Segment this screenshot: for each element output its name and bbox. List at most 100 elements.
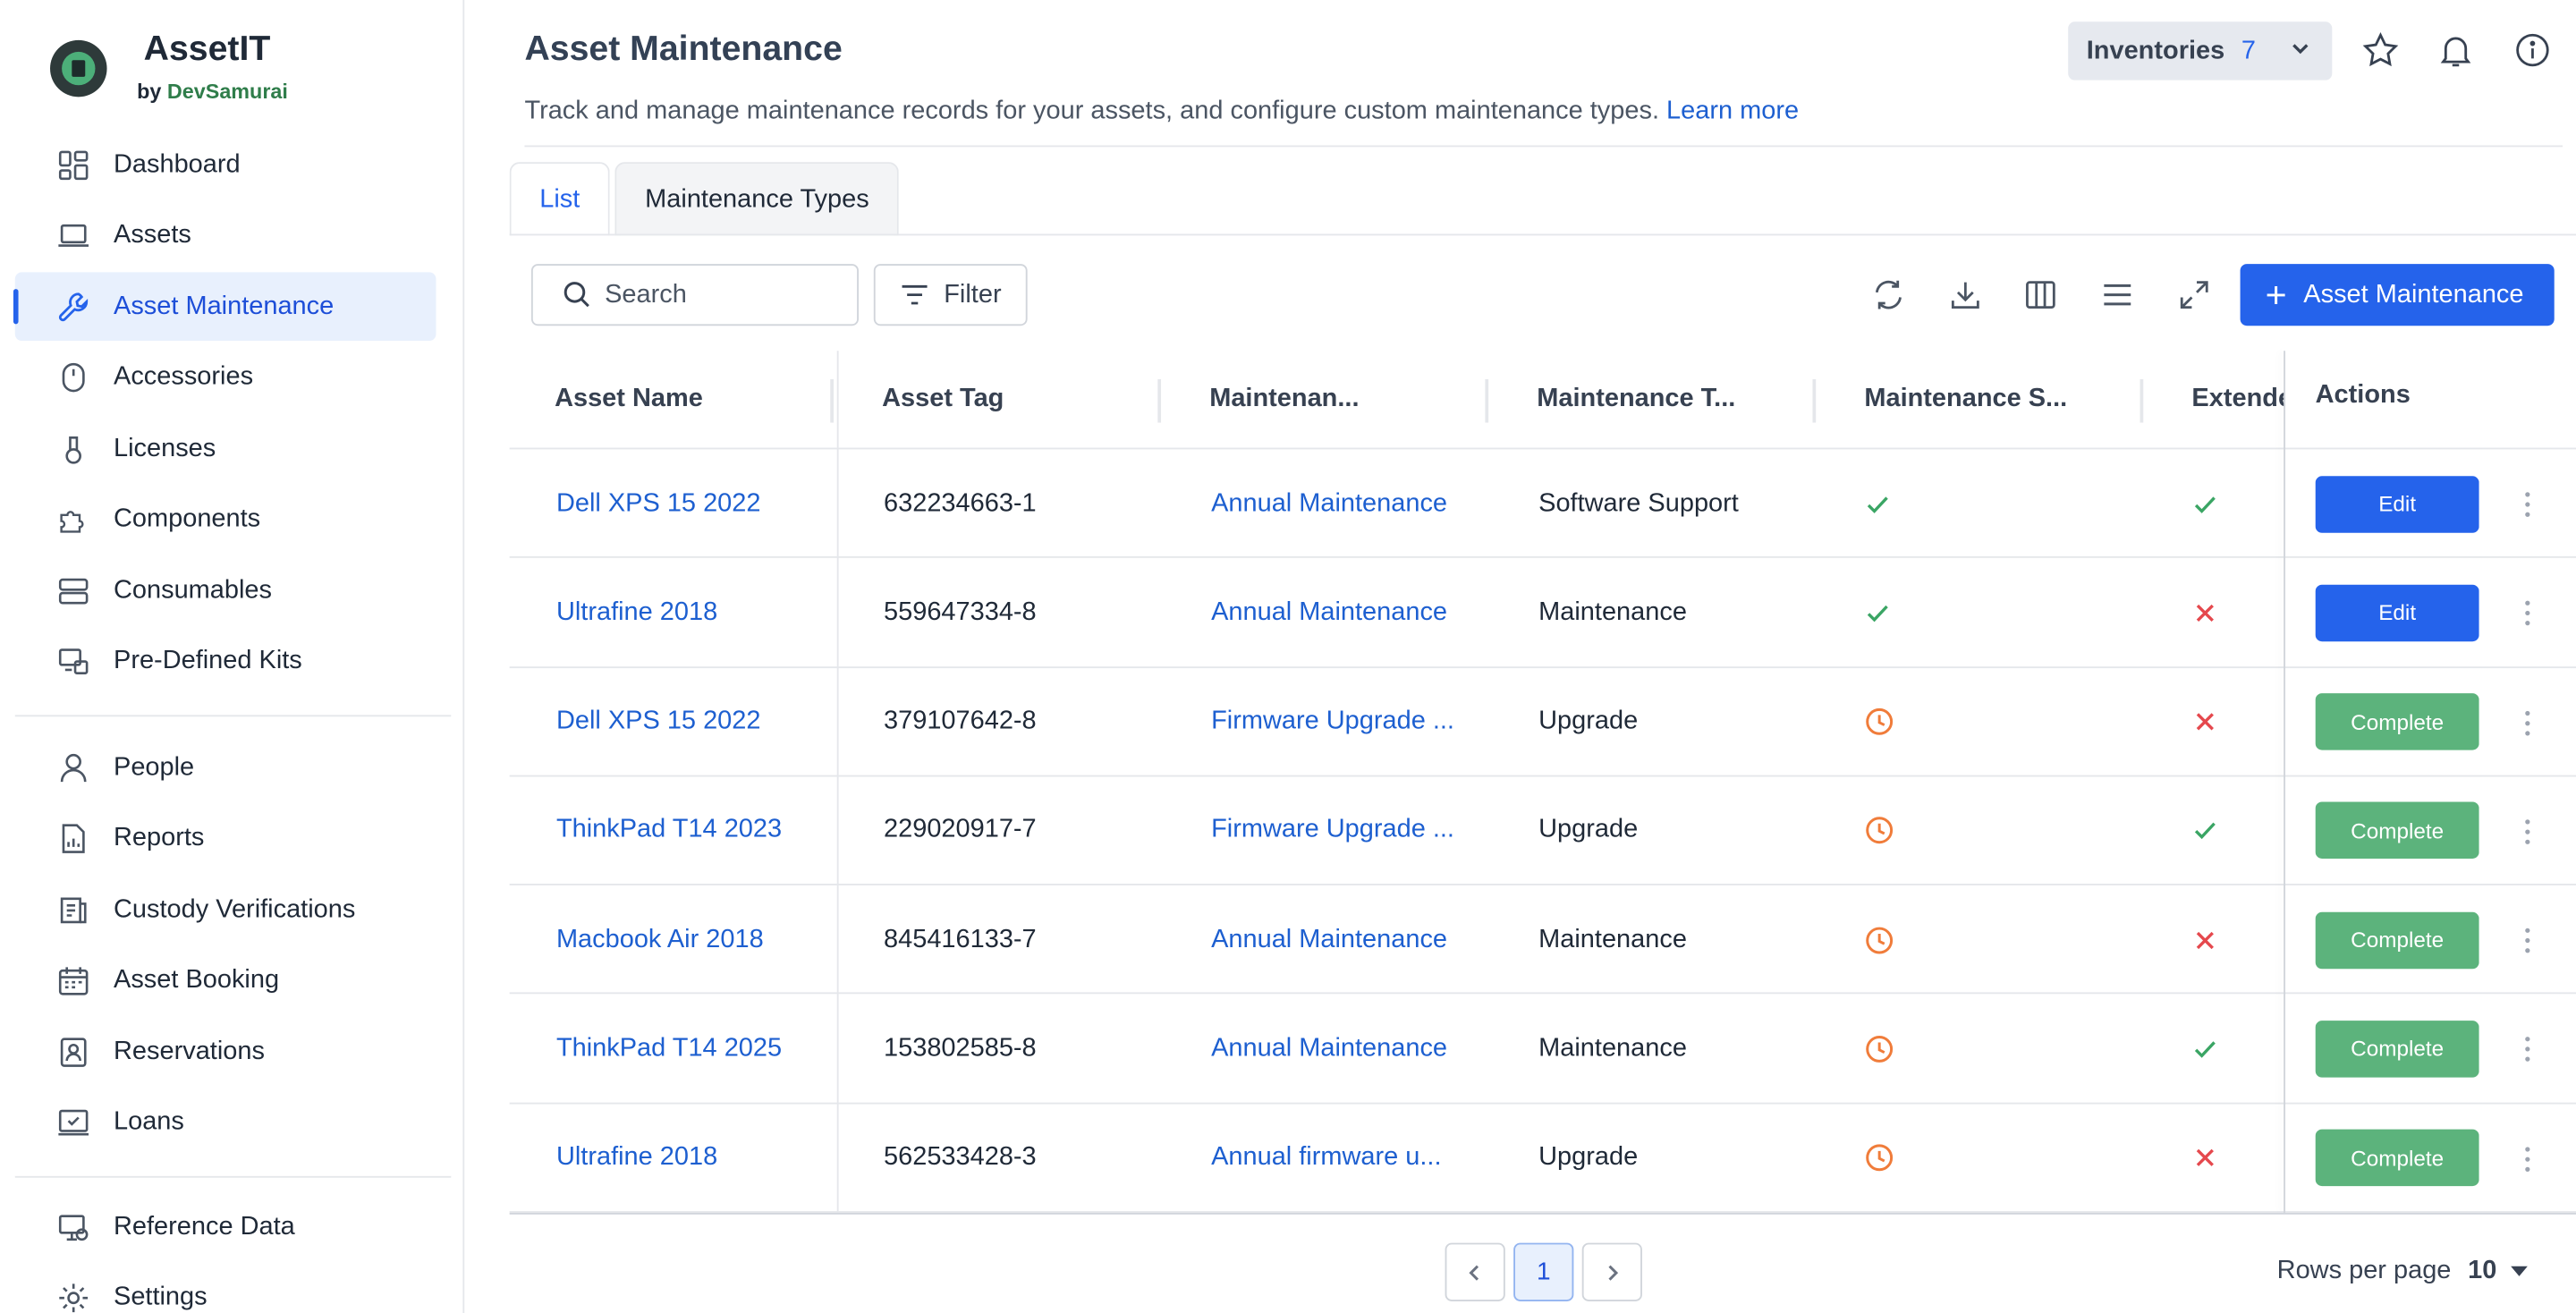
refresh-icon[interactable] — [1868, 274, 1908, 314]
density-icon[interactable] — [2097, 274, 2137, 314]
column-resizer[interactable] — [2140, 378, 2144, 423]
inventories-dropdown[interactable]: Inventories 7 — [2068, 21, 2333, 80]
more-options-icon[interactable] — [2522, 489, 2532, 528]
page-button-current[interactable]: 1 — [1513, 1242, 1574, 1301]
sidebar-item-pre-defined-kits[interactable]: Pre-Defined Kits — [15, 627, 436, 696]
maintenance-table: Asset Name Asset Tag Maintenan... Mainte… — [509, 351, 2576, 1214]
action-cell: Edit — [2315, 558, 2479, 666]
column-header-maintenance-status[interactable]: Maintenance S... — [1864, 385, 2067, 415]
asset-name-link[interactable]: ThinkPad T14 2023 — [556, 776, 782, 885]
rows-per-page: Rows per page 10 — [2277, 1257, 2527, 1287]
sidebar-item-asset-maintenance[interactable]: Asset Maintenance — [13, 272, 436, 342]
tab-maintenance-types[interactable]: Maintenance Types — [614, 162, 900, 236]
wrench-icon — [57, 290, 90, 323]
maintenance-link[interactable]: Firmware Upgrade ... — [1211, 667, 1479, 775]
caret-down-icon[interactable] — [2510, 1266, 2527, 1276]
asset-name-link[interactable]: Ultrafine 2018 — [556, 558, 717, 666]
sidebar-item-label: Assets — [114, 220, 191, 250]
edit-button[interactable]: Edit — [2315, 584, 2479, 641]
search-box[interactable] — [530, 264, 859, 326]
column-resizer[interactable] — [1485, 378, 1489, 423]
more-options-icon[interactable] — [2522, 707, 2532, 746]
sidebar-item-accessories[interactable]: Accessories — [15, 343, 436, 412]
clock-icon — [1864, 1104, 1894, 1212]
tab-list[interactable]: List — [509, 162, 610, 236]
columns-icon[interactable] — [2020, 274, 2060, 314]
asset-tag: 153802585-8 — [884, 1034, 1037, 1063]
more-options-icon[interactable] — [2522, 1144, 2532, 1182]
license-icon — [57, 432, 90, 465]
plus-icon: + — [2265, 273, 2287, 316]
sidebar-item-loans[interactable]: Loans — [15, 1089, 436, 1157]
sidebar-item-licenses[interactable]: Licenses — [15, 414, 436, 483]
column-header-asset-tag[interactable]: Asset Tag — [882, 385, 1004, 415]
maintenance-link[interactable]: Firmware Upgrade ... — [1211, 776, 1479, 885]
column-header-asset-name[interactable]: Asset Name — [555, 385, 703, 415]
sidebar-item-components[interactable]: Components — [15, 486, 436, 555]
complete-button[interactable]: Complete — [2315, 693, 2479, 750]
download-icon[interactable] — [1945, 274, 1985, 314]
asset-name-link[interactable]: Ultrafine 2018 — [556, 1104, 717, 1212]
sidebar-item-people[interactable]: People — [15, 733, 436, 802]
column-resizer[interactable] — [1812, 378, 1817, 423]
sidebar-item-assets[interactable]: Assets — [15, 201, 436, 270]
complete-button[interactable]: Complete — [2315, 1021, 2479, 1078]
more-options-icon[interactable] — [2522, 926, 2532, 964]
add-asset-maintenance-button[interactable]: + Asset Maintenance — [2240, 264, 2555, 326]
sticky-column-divider — [2284, 351, 2286, 1213]
complete-button[interactable]: Complete — [2315, 802, 2479, 860]
brand[interactable]: AssetIT by DevSamurai — [50, 30, 288, 104]
table-row: Ultrafine 2018 559647334-8 Annual Maintena… — [509, 558, 2576, 668]
sidebar-item-label: Loans — [114, 1107, 184, 1137]
column-resizer[interactable] — [1157, 378, 1162, 423]
sidebar-item-label: Accessories — [114, 362, 254, 392]
star-icon[interactable] — [2360, 30, 2401, 71]
sidebar-item-reservations[interactable]: Reservations — [15, 1017, 436, 1086]
column-resizer[interactable] — [830, 378, 834, 423]
bell-icon[interactable] — [2436, 30, 2476, 71]
table-row: ThinkPad T14 2023 229020917-7 Firmware Upg… — [509, 776, 2576, 886]
maintenance-link[interactable]: Annual Maintenance — [1211, 449, 1479, 557]
more-options-icon[interactable] — [2522, 598, 2532, 637]
sidebar-item-label: Pre-Defined Kits — [114, 646, 302, 675]
cross-icon — [2191, 885, 2218, 994]
rows-per-page-select[interactable]: 10 — [2468, 1257, 2496, 1287]
action-cell: Complete — [2315, 885, 2479, 994]
next-page-button[interactable] — [1581, 1242, 1642, 1301]
column-header-maintenance[interactable]: Maintenan... — [1209, 385, 1359, 415]
inventories-label: Inventories — [2086, 36, 2225, 64]
column-header-extended[interactable]: Extended — [2191, 385, 2285, 415]
brand-name: AssetIT — [143, 30, 271, 69]
sidebar-item-reports[interactable]: Reports — [15, 804, 436, 873]
action-cell: Complete — [2315, 776, 2479, 885]
asset-name-link[interactable]: Dell XPS 15 2022 — [556, 449, 761, 557]
more-options-icon[interactable] — [2522, 817, 2532, 855]
chevron-down-icon — [2289, 37, 2312, 68]
maintenance-link[interactable]: Annual Maintenance — [1211, 885, 1479, 994]
sidebar-item-custody-verifications[interactable]: Custody Verifications — [15, 876, 436, 945]
complete-button[interactable]: Complete — [2315, 911, 2479, 969]
search-input[interactable] — [605, 279, 839, 310]
maintenance-link[interactable]: Annual Maintenance — [1211, 995, 1479, 1103]
fullscreen-icon[interactable] — [2174, 274, 2214, 314]
maintenance-link[interactable]: Annual firmware u... — [1211, 1104, 1479, 1212]
prev-page-button[interactable] — [1445, 1242, 1505, 1301]
edit-button[interactable]: Edit — [2315, 475, 2479, 532]
info-icon[interactable] — [2512, 30, 2553, 71]
column-header-maintenance-type[interactable]: Maintenance T... — [1537, 385, 1735, 415]
maintenance-type: Software Support — [1538, 488, 1739, 518]
sidebar-item-settings[interactable]: Settings — [15, 1264, 436, 1313]
sidebar-item-asset-booking[interactable]: Asset Booking — [15, 946, 436, 1015]
filter-button[interactable]: Filter — [873, 264, 1028, 326]
sidebar-item-dashboard[interactable]: Dashboard — [15, 131, 436, 199]
learn-more-link[interactable]: Learn more — [1666, 97, 1799, 125]
sidebar-item-consumables[interactable]: Consumables — [15, 556, 436, 625]
asset-name-link[interactable]: Dell XPS 15 2022 — [556, 667, 761, 775]
more-options-icon[interactable] — [2522, 1035, 2532, 1073]
maintenance-link[interactable]: Annual Maintenance — [1211, 558, 1479, 666]
sidebar-item-reference-data[interactable]: Reference Data — [15, 1193, 436, 1262]
complete-button[interactable]: Complete — [2315, 1130, 2479, 1187]
puzzle-icon — [57, 503, 90, 536]
asset-name-link[interactable]: ThinkPad T14 2025 — [556, 995, 782, 1103]
asset-name-link[interactable]: Macbook Air 2018 — [556, 885, 764, 994]
